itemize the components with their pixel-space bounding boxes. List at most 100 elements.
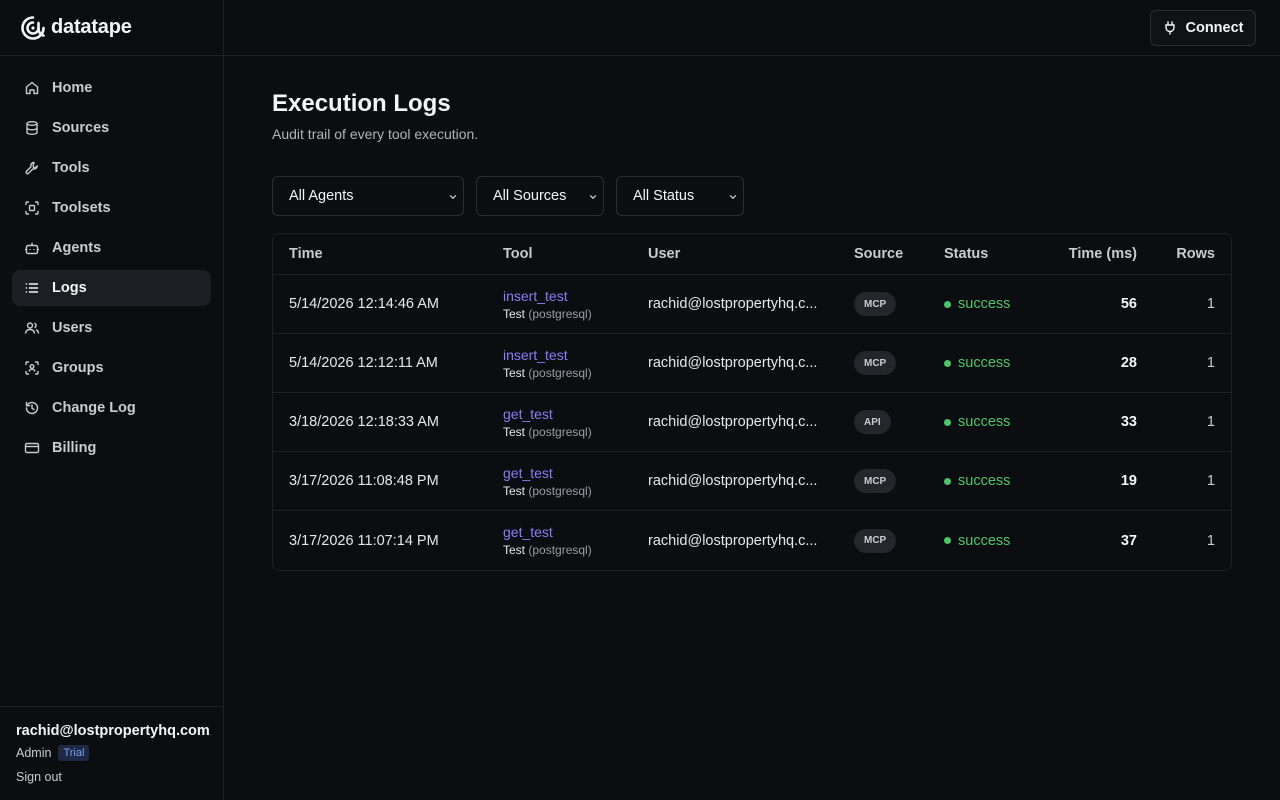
sidebar-item-toolsets[interactable]: Toolsets xyxy=(12,190,211,226)
sidebar-item-sources[interactable]: Sources xyxy=(12,110,211,146)
tool-link[interactable]: insert_test xyxy=(503,347,592,363)
tool-link[interactable]: get_test xyxy=(503,465,592,481)
sidebar-item-change-log[interactable]: Change Log xyxy=(12,390,211,426)
plug-icon xyxy=(1164,21,1175,35)
tool-link[interactable]: get_test xyxy=(503,406,592,422)
connect-button[interactable]: Connect xyxy=(1150,10,1256,46)
cell-time: 3/18/2026 12:18:33 AM xyxy=(289,414,439,430)
column-header-user: User xyxy=(648,246,681,262)
list-icon xyxy=(24,280,40,296)
column-header-rows: Rows xyxy=(1176,246,1215,262)
source-badge: MCP xyxy=(854,292,897,316)
cell-status: success xyxy=(944,473,1010,489)
sign-out-link[interactable]: Sign out xyxy=(16,770,62,784)
cell-status: success xyxy=(944,355,1010,371)
sidebar-item-label: Tools xyxy=(52,160,90,176)
tool-source: Test (postgresql) xyxy=(503,425,592,439)
tool-source-name: Test xyxy=(503,543,526,557)
cell-status: success xyxy=(944,533,1010,549)
table-row[interactable]: 3/18/2026 12:18:33 AM get_test Test (pos… xyxy=(273,393,1231,452)
sidebar-item-label: Change Log xyxy=(52,400,136,416)
sources-filter-select[interactable]: All Sources xyxy=(476,176,604,216)
cell-time: 5/14/2026 12:14:46 AM xyxy=(289,296,439,312)
users-icon xyxy=(24,320,40,336)
plan-badge: Trial xyxy=(58,745,90,761)
page-subtitle: Audit trail of every tool execution. xyxy=(272,126,479,142)
role-row: Admin Trial xyxy=(16,745,207,761)
agents-filter-value: All Agents xyxy=(289,188,354,204)
tool-link[interactable]: get_test xyxy=(503,524,592,540)
sidebar-item-billing[interactable]: Billing xyxy=(12,430,211,466)
user-panel: rachid@lostpropertyhq.com Admin Trial Si… xyxy=(0,706,223,800)
cell-time-ms: 33 xyxy=(1120,414,1137,430)
status-filter-value: All Status xyxy=(633,188,695,204)
sidebar-nav: Home Sources Tools Toolsets Agents Logs … xyxy=(0,56,223,466)
status-text: success xyxy=(958,414,1011,430)
sidebar-item-agents[interactable]: Agents xyxy=(12,230,211,266)
column-header-time: Time xyxy=(289,246,323,262)
table-row[interactable]: 3/17/2026 11:08:48 PM get_test Test (pos… xyxy=(273,452,1231,511)
chevron-down-icon xyxy=(589,195,597,200)
cell-user: rachid@lostpropertyhq.c... xyxy=(648,414,818,430)
status-dot-icon xyxy=(944,359,951,367)
cell-tool: insert_test Test (postgresql) xyxy=(503,347,592,380)
tool-source-name: Test xyxy=(503,365,526,380)
sidebar-item-groups[interactable]: Groups xyxy=(12,350,211,386)
main-content: Execution Logs Audit trail of every tool… xyxy=(272,88,1232,571)
tool-source-name: Test xyxy=(503,424,526,439)
tool-source-db: (postgresql) xyxy=(528,483,592,498)
table-row[interactable]: 5/14/2026 12:14:46 AM insert_test Test (… xyxy=(273,275,1231,334)
brand-name: datatape xyxy=(51,16,132,38)
cell-source: MCP xyxy=(854,528,897,553)
sidebar-item-label: Home xyxy=(52,80,93,96)
status-text: success xyxy=(958,473,1011,489)
cell-tool: insert_test Test (postgresql) xyxy=(503,288,592,321)
wrench-icon xyxy=(24,160,40,176)
table-row[interactable]: 5/14/2026 12:12:11 AM insert_test Test (… xyxy=(273,334,1231,393)
sidebar-item-tools[interactable]: Tools xyxy=(12,150,211,186)
tool-source-name: Test xyxy=(503,306,526,321)
user-role: Admin xyxy=(16,746,52,760)
chevron-down-icon xyxy=(729,195,737,200)
cell-time-ms: 37 xyxy=(1120,532,1137,549)
status-dot-icon xyxy=(944,300,951,308)
cell-rows: 1 xyxy=(1206,414,1215,430)
tool-source: Test (postgresql) xyxy=(503,484,592,498)
page-title: Execution Logs xyxy=(272,90,451,117)
cell-user: rachid@lostpropertyhq.c... xyxy=(648,355,818,371)
cell-time-ms: 28 xyxy=(1120,355,1137,371)
brand[interactable]: datatape xyxy=(0,0,223,56)
cell-user: rachid@lostpropertyhq.c... xyxy=(648,532,818,549)
cell-source: MCP xyxy=(854,351,897,375)
column-header-time-ms: Time (ms) xyxy=(1068,246,1137,262)
tool-source-db: (postgresql) xyxy=(528,365,592,380)
connect-label: Connect xyxy=(1185,20,1244,36)
status-dot-icon xyxy=(944,418,951,426)
cell-source: MCP xyxy=(854,292,897,316)
cell-time: 3/17/2026 11:08:48 PM xyxy=(289,473,439,489)
tool-source-db: (postgresql) xyxy=(528,543,592,557)
status-filter-select[interactable]: All Status xyxy=(616,176,744,216)
sidebar-item-logs[interactable]: Logs xyxy=(12,270,211,306)
table-row[interactable]: 3/17/2026 11:07:14 PM get_test Test (pos… xyxy=(273,511,1231,570)
sidebar-item-label: Groups xyxy=(52,360,104,376)
home-icon xyxy=(24,80,40,96)
database-icon xyxy=(24,120,40,136)
sidebar-item-users[interactable]: Users xyxy=(12,310,211,346)
sidebar-item-label: Logs xyxy=(52,280,87,296)
agents-filter-select[interactable]: All Agents xyxy=(272,176,464,216)
user-email: rachid@lostpropertyhq.com xyxy=(16,723,210,739)
logo-icon xyxy=(21,15,45,40)
sidebar-item-home[interactable]: Home xyxy=(12,70,211,106)
sources-filter-value: All Sources xyxy=(493,188,567,204)
source-badge: API xyxy=(854,410,891,434)
cell-status: success xyxy=(944,414,1010,430)
sidebar-item-label: Sources xyxy=(52,120,110,136)
source-badge: MCP xyxy=(854,469,897,493)
status-dot-icon xyxy=(944,477,951,485)
cell-source: MCP xyxy=(854,469,897,493)
cell-rows: 1 xyxy=(1206,296,1215,312)
topbar: Connect xyxy=(224,0,1280,56)
cell-source: API xyxy=(854,410,891,434)
tool-link[interactable]: insert_test xyxy=(503,288,592,304)
